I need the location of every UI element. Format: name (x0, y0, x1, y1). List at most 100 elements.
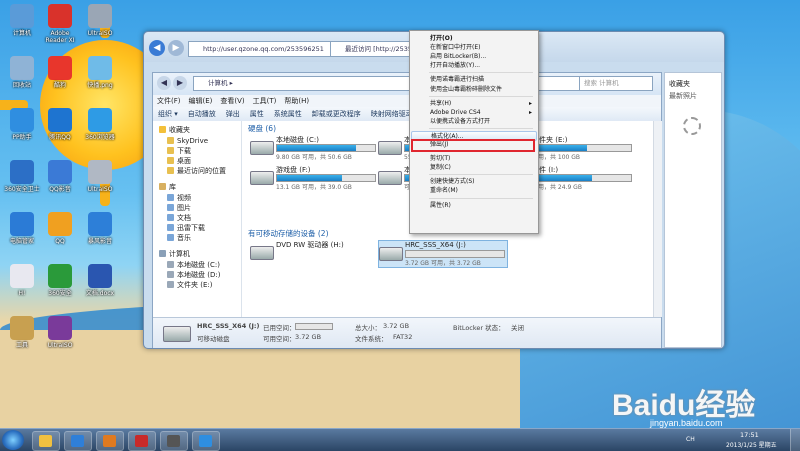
desktop-icon-4[interactable]: 酷狗 (40, 56, 80, 89)
nav-item[interactable]: 本地磁盘 (C:) (167, 260, 220, 270)
disc-icon (88, 4, 112, 28)
menu-item[interactable]: 查看(V) (220, 97, 244, 105)
toolbar-button[interactable]: 系统属性 (274, 110, 302, 118)
toolbar-button[interactable]: 属性 (250, 110, 264, 118)
drive-free-space: 13.1 GB 可用，共 39.0 GB (276, 184, 352, 191)
desktop-icon-label: H! (18, 290, 26, 297)
desktop-icon-5[interactable]: 快播.png (80, 56, 120, 89)
desktop-icon-1[interactable]: Adobe Reader XI (40, 4, 80, 44)
drive-item[interactable]: 游戏盘 (F:) 13.1 GB 可用，共 39.0 GB (250, 165, 378, 191)
taskbar-app-button[interactable] (96, 431, 124, 451)
menu-item[interactable]: 文件(F) (157, 97, 181, 105)
desktop-icon-3[interactable]: 回收站 (2, 56, 42, 89)
taskbar-app-button[interactable] (128, 431, 156, 451)
dvd-drive-icon (250, 246, 274, 260)
desktop-icon-18[interactable]: 工具 (2, 316, 42, 349)
desktop-icon-11[interactable]: UltraISO (80, 160, 120, 193)
desktop-icon-2[interactable]: UltraISO (80, 4, 120, 37)
desktop-icon-7[interactable]: 腾讯QQ (40, 108, 80, 141)
removable-drive-item[interactable]: HRC_SSS_X64 (J:) 3.72 GB 可用，共 3.72 GB (378, 240, 508, 268)
desktop-icon-10[interactable]: QQ影音 (40, 160, 80, 193)
desktop-icon-15[interactable]: H! (2, 264, 42, 297)
desktop-icon-19[interactable]: UltraISO (40, 316, 80, 349)
forward-button[interactable]: ▶ (173, 76, 187, 90)
nav-item[interactable]: 图片 (167, 203, 191, 213)
desktop-icon-label: 360安全卫士 (4, 186, 40, 193)
nav-item[interactable]: 本地磁盘 (D:) (167, 270, 220, 280)
flash-icon (135, 435, 148, 447)
drive-usage-bar (405, 250, 505, 258)
group-header-hdd[interactable]: 硬盘 (6) (248, 123, 276, 134)
shield-icon (10, 212, 34, 236)
toolbar-button[interactable]: 自动播放 (188, 110, 216, 118)
context-menu-item[interactable]: 重命名(M) (411, 186, 537, 196)
taskbar-app-button[interactable] (160, 431, 188, 451)
removable-drive-item[interactable]: DVD RW 驱动器 (H:) (250, 240, 378, 266)
drive-item[interactable]: 本地磁盘 (C:) 9.80 GB 可用，共 50.6 GB (250, 135, 378, 161)
k-app-icon (199, 435, 212, 447)
menu-item[interactable]: 工具(T) (253, 97, 277, 105)
forward-button[interactable]: ▶ (168, 40, 184, 56)
desktop-icon-8[interactable]: 360浏览器 (80, 108, 120, 141)
desktop-icon-13[interactable]: QQ (40, 212, 80, 245)
language-indicator[interactable]: CH (686, 436, 695, 443)
nav-item[interactable]: 文件夹 (E:) (167, 280, 212, 290)
taskbar-app-button[interactable] (64, 431, 92, 451)
desktop-icon-label: 计算机 (12, 30, 31, 37)
taskbar: CH 17:51 2013/1/25 星期五 (0, 428, 800, 451)
context-menu-item[interactable]: 属性(R) (411, 201, 537, 211)
nav-group-header[interactable]: 收藏夹 (159, 125, 190, 135)
back-button[interactable]: ◀ (149, 40, 165, 56)
menu-item[interactable]: 帮助(H) (284, 97, 309, 105)
nav-group-header[interactable]: 库 (159, 182, 176, 192)
clock-date[interactable]: 2013/1/25 星期五 (726, 440, 777, 449)
clock-time[interactable]: 17:51 (740, 431, 759, 439)
vertical-scrollbar[interactable] (653, 121, 662, 317)
desktop-icon-17[interactable]: 文档.docx (80, 264, 120, 297)
folder-icon (39, 435, 52, 447)
nav-item[interactable]: 桌面 (167, 156, 191, 166)
media-icon (88, 212, 112, 236)
menu-separator (429, 95, 533, 97)
desktop-icon-9[interactable]: 360安全卫士 (2, 160, 42, 193)
desktop-icon-16[interactable]: 360安全 (40, 264, 80, 297)
nav-item[interactable]: 下载 (167, 146, 191, 156)
toolbar-button[interactable]: 弹出 (226, 110, 240, 118)
nav-item[interactable]: 文档 (167, 213, 191, 223)
search-input[interactable]: 搜索 计算机 (579, 76, 653, 91)
nav-item[interactable]: SkyDrive (167, 136, 208, 146)
address-bar[interactable]: http://user.qzone.qq.com/253596251 (188, 41, 340, 57)
nav-item[interactable]: 最近访问的位置 (167, 166, 226, 176)
ie-side-panel: 收藏夹 最新照片 (664, 72, 722, 348)
desktop-icon-14[interactable]: 暴风影音 (80, 212, 120, 245)
context-menu-item[interactable]: 使用金山毒霸粉碎删除文件 (411, 85, 537, 95)
desktop-icon-0[interactable]: 计算机 (2, 4, 42, 37)
start-button[interactable] (2, 430, 24, 450)
context-menu-item[interactable]: 打开自动播放(Y)... (411, 61, 537, 71)
toolbar-button[interactable]: 组织 ▾ (158, 110, 178, 118)
desktop-icon-label: QQ (55, 238, 65, 245)
nav-group-header[interactable]: 计算机 (159, 249, 190, 259)
taskbar-app-button[interactable] (32, 431, 60, 451)
menu-item[interactable]: 编辑(E) (189, 97, 213, 105)
drive-usage-bar (532, 174, 632, 182)
nav-item[interactable]: 音乐 (167, 233, 191, 243)
loading-spinner-icon (683, 117, 701, 135)
nav-item[interactable]: 迅雷下载 (167, 223, 205, 233)
folder-icon (167, 271, 174, 278)
nav-item[interactable]: 视频 (167, 193, 191, 203)
usb-drive-icon (163, 326, 191, 342)
show-desktop-button[interactable] (790, 429, 800, 451)
back-button[interactable]: ◀ (157, 76, 171, 90)
highlight-box (411, 139, 535, 152)
archive-icon (48, 316, 72, 340)
toolbar-button[interactable]: 卸载或更改程序 (312, 110, 361, 118)
desktop-icon-12[interactable]: 电脑管家 (2, 212, 42, 245)
taskbar-app-button[interactable] (192, 431, 220, 451)
folder-icon (167, 157, 174, 164)
context-menu-item[interactable]: 以便携式设备方式打开 (411, 117, 537, 127)
folder-icon (167, 204, 174, 211)
desktop-icon-6[interactable]: PP助手 (2, 108, 42, 141)
context-menu-item[interactable]: 复制(C) (411, 163, 537, 173)
group-header-removable[interactable]: 有可移动存储的设备 (2) (248, 228, 329, 239)
